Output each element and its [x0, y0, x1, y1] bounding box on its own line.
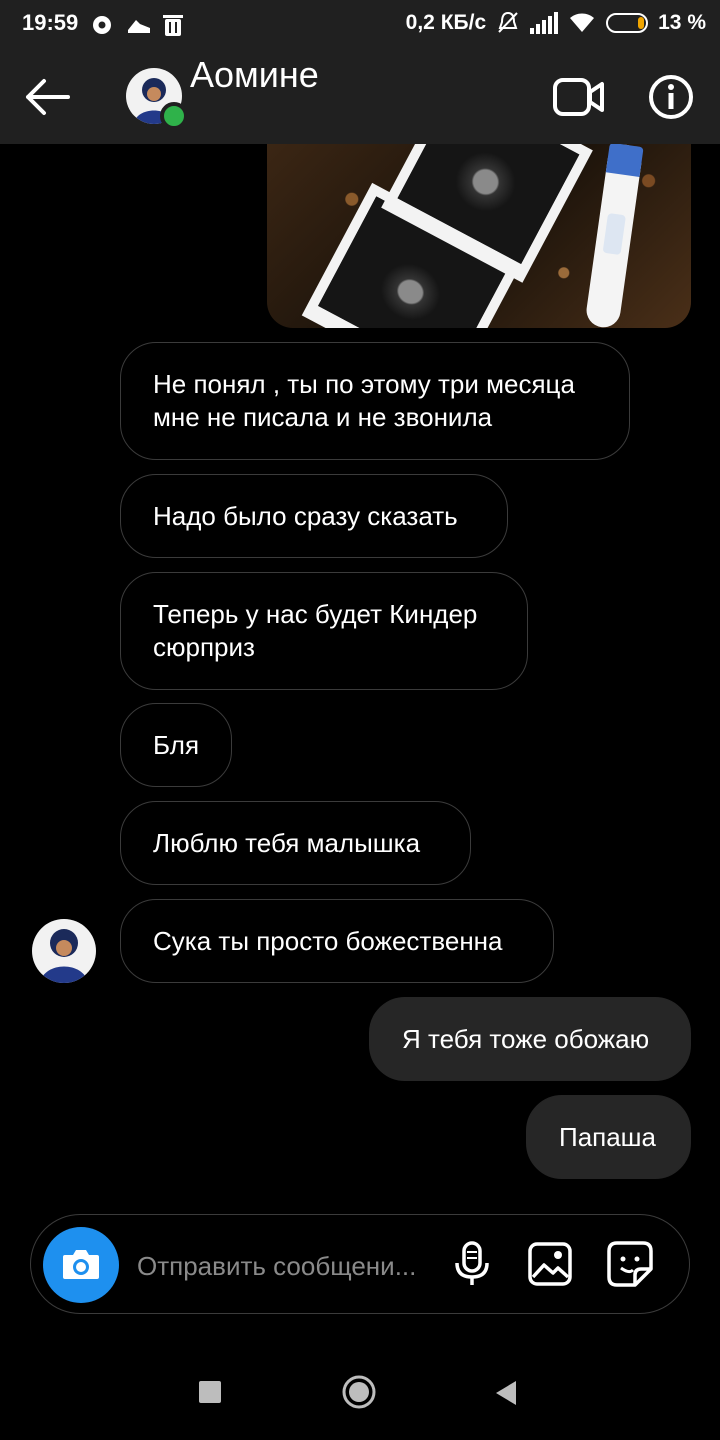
status-notification-icons: [90, 12, 184, 38]
message-bubble-received[interactable]: Люблю тебя малышка: [120, 801, 471, 885]
message-text: Теперь у нас будет Киндер сюрприз: [153, 599, 478, 662]
microphone-icon[interactable]: [447, 1239, 497, 1289]
back-arrow-icon[interactable]: [20, 70, 74, 124]
chat-header: Аомине: [0, 50, 720, 144]
message-bubble-sent[interactable]: Папаша: [526, 1095, 691, 1179]
gallery-icon[interactable]: [525, 1239, 575, 1289]
info-icon[interactable]: [648, 74, 694, 120]
message-bubble-received[interactable]: Теперь у нас будет Киндер сюрприз: [120, 572, 528, 690]
bell-muted-icon: [498, 11, 518, 33]
online-status-indicator: [160, 102, 188, 130]
message-text: Надо было сразу сказать: [153, 500, 458, 531]
battery-percent: 13 %: [658, 11, 706, 34]
message-text: Люблю тебя малышка: [153, 827, 421, 858]
message-text: Не понял , ты по этому три месяца мне не…: [153, 369, 575, 432]
contact-name[interactable]: Аомине: [190, 54, 319, 96]
battery-icon: [606, 13, 649, 33]
message-composer: [30, 1214, 690, 1314]
signal-icon: [530, 12, 559, 34]
camera-icon: [63, 1250, 99, 1279]
camera-button[interactable]: [43, 1227, 119, 1303]
sender-avatar[interactable]: [32, 919, 96, 983]
network-speed: 0,2 КБ/с: [405, 11, 487, 34]
message-bubble-received[interactable]: Не понял , ты по этому три месяца мне не…: [120, 342, 630, 460]
status-bar: 19:59 0,2 КБ/с 13 %: [0, 0, 720, 50]
record-icon: [93, 16, 111, 34]
wifi-icon: [570, 13, 595, 32]
message-bubble-received[interactable]: Бля: [120, 703, 232, 787]
recents-icon[interactable]: [199, 1381, 221, 1403]
shared-photo[interactable]: [267, 144, 691, 328]
trash-icon: [163, 15, 183, 36]
pregnancy-test: [584, 144, 644, 328]
status-time: 19:59: [22, 10, 79, 35]
message-bubble-sent[interactable]: Я тебя тоже обожаю: [369, 997, 691, 1081]
back-icon[interactable]: [494, 1380, 518, 1406]
message-text: Я тебя тоже обожаю: [402, 1023, 650, 1054]
message-text: Сука ты просто божественна: [153, 925, 503, 956]
status-right: 0,2 КБ/с 13 %: [406, 10, 706, 36]
message-text: Бля: [153, 729, 200, 760]
sticker-icon[interactable]: [605, 1239, 655, 1289]
sneaker-icon: [128, 20, 150, 33]
system-nav-bar: [0, 1340, 720, 1440]
message-input[interactable]: [135, 1245, 435, 1287]
message-bubble-received[interactable]: Сука ты просто божественна: [120, 899, 554, 983]
message-bubble-received[interactable]: Надо было сразу сказать: [120, 474, 508, 558]
home-icon[interactable]: [341, 1374, 377, 1410]
message-text: Папаша: [559, 1121, 657, 1152]
video-call-icon[interactable]: [552, 74, 606, 120]
